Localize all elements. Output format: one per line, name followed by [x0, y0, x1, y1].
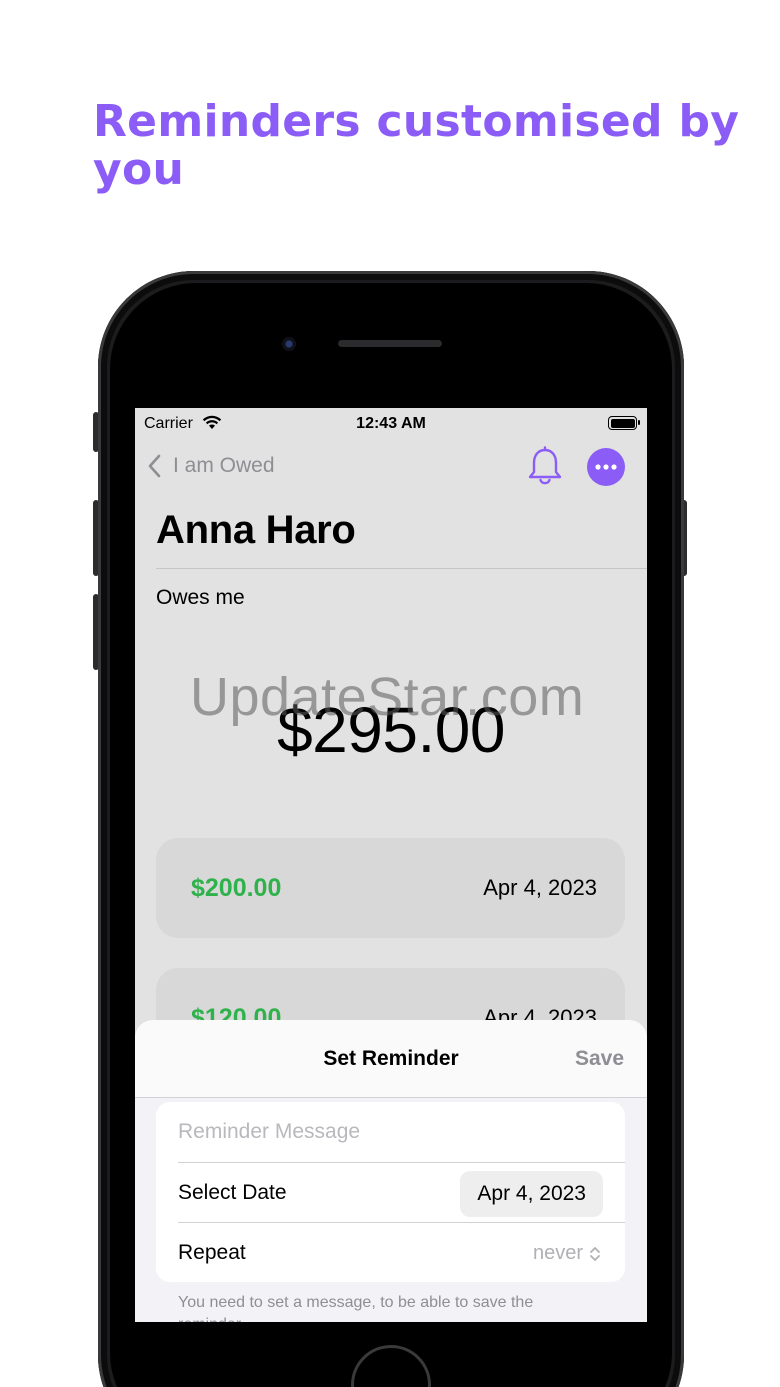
front-camera: [282, 337, 296, 351]
repeat-picker[interactable]: never: [533, 1242, 601, 1265]
more-options-button[interactable]: [587, 448, 625, 486]
reminder-form: Reminder Message Select Date Apr 4, 2023…: [156, 1102, 625, 1282]
relation-label: Owes me: [156, 586, 245, 609]
sheet-header: Set Reminder Save: [135, 1020, 647, 1098]
app-screen: Carrier 12:43 AM I am Owed Anna Haro Owe…: [135, 408, 647, 1322]
date-picker-button[interactable]: Apr 4, 2023: [460, 1171, 603, 1217]
reminder-message-row[interactable]: Reminder Message: [178, 1102, 625, 1162]
repeat-row[interactable]: Repeat never: [178, 1222, 625, 1282]
header-divider: [156, 568, 647, 569]
contact-name: Anna Haro: [156, 508, 356, 552]
transaction-date: Apr 4, 2023: [483, 875, 597, 900]
select-date-label: Select Date: [178, 1181, 287, 1204]
repeat-value: never: [532, 1242, 583, 1264]
transaction-amount: $200.00: [191, 874, 282, 902]
total-amount: $295.00: [277, 694, 505, 766]
sheet-title: Set Reminder: [323, 1047, 459, 1070]
status-time: 12:43 AM: [356, 415, 426, 432]
repeat-label: Repeat: [178, 1241, 246, 1264]
more-icon: [595, 464, 617, 470]
chevron-left-icon: [148, 454, 161, 478]
battery-icon: [608, 416, 640, 430]
footnote: You need to set a message, to be able to…: [178, 1294, 534, 1322]
back-button[interactable]: I am Owed: [145, 453, 275, 479]
earpiece-speaker: [338, 340, 442, 347]
save-button[interactable]: Save: [575, 1047, 624, 1071]
back-button-label: I am Owed: [173, 454, 275, 477]
transaction-card[interactable]: $200.00 Apr 4, 2023: [156, 838, 625, 938]
reminder-sheet: Set Reminder Save Reminder Message Selec…: [135, 1020, 647, 1322]
chevron-updown-icon: [590, 1246, 600, 1261]
status-bar: Carrier 12:43 AM: [135, 408, 647, 438]
reminder-message-input[interactable]: Reminder Message: [178, 1120, 360, 1144]
bell-icon[interactable]: [525, 446, 565, 488]
select-date-row: Select Date Apr 4, 2023: [178, 1162, 625, 1222]
promo-headline: Reminders customised by you: [93, 96, 740, 195]
